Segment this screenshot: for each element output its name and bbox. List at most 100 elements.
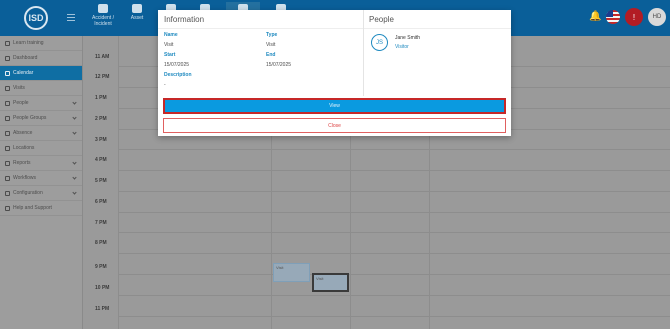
- hour-line: [118, 316, 670, 317]
- sidebar-item-absence[interactable]: Absence: [0, 126, 82, 141]
- time-label: 11 AM: [95, 54, 110, 60]
- time-label: 3 PM: [95, 137, 107, 143]
- sidebar-item-workflows[interactable]: Workflows: [0, 171, 82, 186]
- time-label: 8 PM: [95, 240, 107, 246]
- time-label: 1 PM: [95, 95, 107, 101]
- sidebar-item-label: Visits: [13, 85, 25, 91]
- chevron-down-icon: [72, 160, 77, 165]
- dashboard-icon: [5, 55, 10, 61]
- chevron-down-icon: [72, 130, 77, 135]
- bell-icon[interactable]: 🔔: [589, 12, 601, 22]
- description-label: Description: [164, 72, 192, 78]
- sidebar-item-calendar[interactable]: Calendar: [0, 66, 82, 81]
- event-label: Visit: [316, 276, 324, 281]
- chevron-down-icon: [72, 100, 77, 105]
- time-label: 12 PM: [95, 74, 110, 80]
- start-label: Start: [164, 52, 176, 58]
- chevron-down-icon: [72, 190, 77, 195]
- time-label: 6 PM: [95, 199, 107, 205]
- day-divider: [118, 36, 119, 329]
- reports-icon: [5, 160, 10, 166]
- location-icon: [5, 145, 10, 151]
- time-label: 7 PM: [95, 220, 107, 226]
- group-icon: [5, 115, 10, 121]
- name-value: Visit: [164, 42, 174, 48]
- event-details-modal: Information People Name Visit Type Visit…: [158, 10, 511, 136]
- modal-column-divider: [363, 10, 364, 96]
- hour-line: [118, 149, 670, 150]
- sidebar: Learn training Dashboard Calendar Visits…: [0, 36, 83, 329]
- event-label: Visit: [276, 265, 284, 270]
- name-label: Name: [164, 32, 178, 38]
- sidebar-item-label: Locations: [13, 145, 35, 151]
- sidebar-item-people-groups[interactable]: People Groups: [0, 111, 82, 126]
- hour-line: [118, 191, 670, 192]
- grid-icon: [132, 4, 142, 13]
- sidebar-item-label: People: [13, 100, 29, 106]
- close-button[interactable]: Close: [163, 118, 506, 133]
- calendar-event-selected[interactable]: Visit: [312, 273, 349, 292]
- sidebar-item-label: Calendar: [13, 70, 34, 76]
- people-title: People: [369, 15, 394, 24]
- person-role: Visitor: [395, 44, 409, 50]
- logo[interactable]: ISD: [24, 6, 48, 30]
- help-icon: [5, 205, 10, 211]
- description-value: -: [164, 82, 166, 88]
- sidebar-item-label: Workflows: [13, 175, 36, 181]
- calendar-event[interactable]: Visit: [273, 263, 310, 282]
- menu-icon[interactable]: [67, 14, 75, 23]
- alert-icon[interactable]: !: [625, 8, 643, 26]
- absence-icon: [5, 130, 10, 136]
- sidebar-item-help-and-support[interactable]: Help and Support: [0, 201, 82, 216]
- time-label: 10 PM: [95, 285, 110, 291]
- nav-asset[interactable]: Asset: [120, 2, 154, 34]
- type-value: Visit: [266, 42, 276, 48]
- start-value: 15/07/2025: [164, 62, 190, 68]
- sidebar-item-reports[interactable]: Reports: [0, 156, 82, 171]
- end-value: 15/07/2025: [266, 62, 292, 68]
- nav-asset-label: Asset: [130, 15, 144, 21]
- person-avatar[interactable]: JS: [371, 34, 388, 51]
- time-label: 9 PM: [95, 264, 107, 270]
- workflow-icon: [5, 175, 10, 181]
- time-label: 4 PM: [95, 157, 107, 163]
- end-label: End: [266, 52, 276, 58]
- us-flag-icon[interactable]: [606, 10, 620, 24]
- visits-icon: [5, 85, 10, 91]
- view-button[interactable]: View: [163, 98, 506, 114]
- nav-accident-incident-label: Accident / Incident: [92, 15, 114, 27]
- people-icon: [5, 100, 10, 106]
- sidebar-item-visits[interactable]: Visits: [0, 81, 82, 96]
- sidebar-item-label: People Groups: [13, 115, 47, 121]
- briefcase-icon: [98, 4, 108, 13]
- nav-accident-incident[interactable]: Accident / Incident: [86, 2, 120, 34]
- chevron-down-icon: [72, 115, 77, 120]
- time-label: 11 PM: [95, 306, 110, 312]
- sidebar-item-learn-training[interactable]: Learn training: [0, 36, 82, 51]
- hour-line: [118, 295, 670, 296]
- sidebar-item-label: Reports: [13, 160, 31, 166]
- sidebar-item-label: Dashboard: [13, 55, 38, 61]
- user-avatar[interactable]: HD: [648, 8, 666, 26]
- sidebar-item-label: Configuration: [13, 190, 43, 196]
- sidebar-item-dashboard[interactable]: Dashboard: [0, 51, 82, 66]
- sidebar-item-configuration[interactable]: Configuration: [0, 186, 82, 201]
- information-title: Information: [164, 15, 205, 24]
- sidebar-item-label: Learn training: [13, 40, 44, 46]
- sidebar-item-locations[interactable]: Locations: [0, 141, 82, 156]
- graduation-icon: [5, 40, 10, 46]
- time-label: 5 PM: [95, 178, 107, 184]
- person-name: Jane Smith: [395, 35, 421, 41]
- modal-divider: [158, 28, 511, 29]
- configuration-icon: [5, 190, 10, 196]
- sidebar-item-label: Help and Support: [13, 205, 52, 211]
- chevron-down-icon: [72, 175, 77, 180]
- hour-line: [118, 170, 670, 171]
- hour-line: [118, 253, 670, 254]
- calendar-icon: [5, 70, 10, 76]
- hour-line: [118, 274, 670, 275]
- hour-line: [118, 232, 670, 233]
- sidebar-item-people[interactable]: People: [0, 96, 82, 111]
- hour-line: [118, 212, 670, 213]
- sidebar-item-label: Absence: [13, 130, 33, 136]
